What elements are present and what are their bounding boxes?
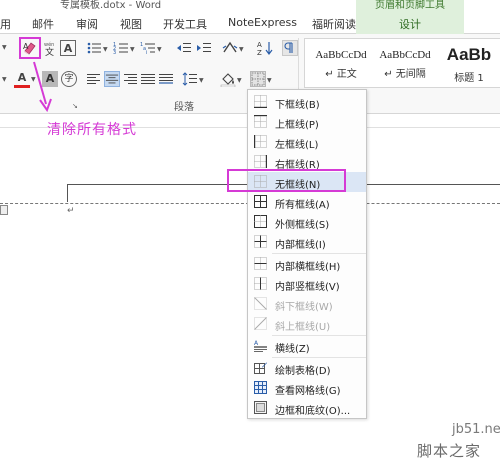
menu-item-label: 所有框线(A): [275, 200, 330, 211]
menu-item-label: 斜上框线(U): [275, 322, 331, 333]
svg-text:A: A: [254, 340, 259, 347]
menu-item-label: 左框线(L): [275, 140, 319, 151]
menu-item-label: 内部横框线(H): [275, 262, 341, 273]
watermark-brand: 脚本之家: [417, 442, 482, 460]
bottom-border-icon: [254, 95, 267, 108]
right-border-icon: [254, 155, 267, 168]
diagonal-down-border-icon: [254, 297, 267, 310]
left-border-icon: [254, 135, 267, 148]
menu-item-label: 斜下框线(W): [275, 302, 333, 313]
menu-item-left-border[interactable]: 左框线(L): [248, 132, 366, 152]
borders-shading-icon: [254, 401, 267, 414]
menu-item-borders-and-shading[interactable]: 边框和底纹(O)...: [248, 398, 366, 418]
table-border-left: [67, 184, 68, 202]
menu-item-bottom-border[interactable]: 下框线(B): [248, 92, 366, 112]
inside-borders-icon: [254, 235, 267, 248]
menu-item-inside-horizontal-border[interactable]: 内部横框线(H): [248, 254, 366, 274]
menu-item-all-borders[interactable]: 所有框线(A): [248, 192, 366, 212]
all-borders-icon: [254, 195, 267, 208]
menu-item-label: 横线(Z): [275, 344, 310, 355]
header-tag: [0, 205, 8, 215]
menu-item-outside-borders[interactable]: 外侧框线(S): [248, 212, 366, 232]
paragraph-mark: ↵: [67, 206, 75, 216]
diagonal-up-border-icon: [254, 317, 267, 330]
menu-item-label: 查看网格线(G): [275, 386, 341, 397]
menu-item-label: 内部框线(I): [275, 240, 326, 251]
menu-item-view-gridlines[interactable]: 查看网格线(G): [248, 378, 366, 398]
menu-item-inside-borders[interactable]: 内部框线(I): [248, 232, 366, 252]
no-border-highlight: [227, 169, 346, 192]
inside-horizontal-border-icon: [254, 257, 267, 270]
draw-table-icon: [254, 362, 267, 374]
menu-item-draw-table[interactable]: 绘制表格(D): [248, 358, 366, 378]
menu-item-label: 上框线(P): [275, 120, 319, 131]
inside-vertical-border-icon: [254, 277, 267, 290]
view-gridlines-icon: [254, 381, 267, 394]
menu-item-diagonal-up-border[interactable]: 斜上框线(U): [248, 314, 366, 334]
menu-item-label: 内部竖框线(V): [275, 282, 340, 293]
menu-item-inside-vertical-border[interactable]: 内部竖框线(V): [248, 274, 366, 294]
menu-item-horizontal-line[interactable]: A 横线(Z): [248, 336, 366, 356]
menu-item-diagonal-down-border[interactable]: 斜下框线(W): [248, 294, 366, 314]
borders-dropdown-menu: 下框线(B) 上框线(P) 左框线(L) 右框线(R) 无框线(N) 所有框线(…: [247, 89, 367, 419]
menu-item-label: 外侧框线(S): [275, 220, 330, 231]
top-border-icon: [254, 115, 267, 128]
horizontal-line-icon: A: [254, 340, 267, 352]
annotation-label: 清除所有格式: [47, 122, 137, 138]
outside-borders-icon: [254, 215, 267, 228]
watermark-site: jb51.net: [452, 422, 500, 437]
menu-item-label: 绘制表格(D): [275, 366, 331, 377]
menu-item-label: 边框和底纹(O)...: [275, 406, 351, 417]
menu-item-top-border[interactable]: 上框线(P): [248, 112, 366, 132]
menu-item-label: 下框线(B): [275, 100, 320, 111]
